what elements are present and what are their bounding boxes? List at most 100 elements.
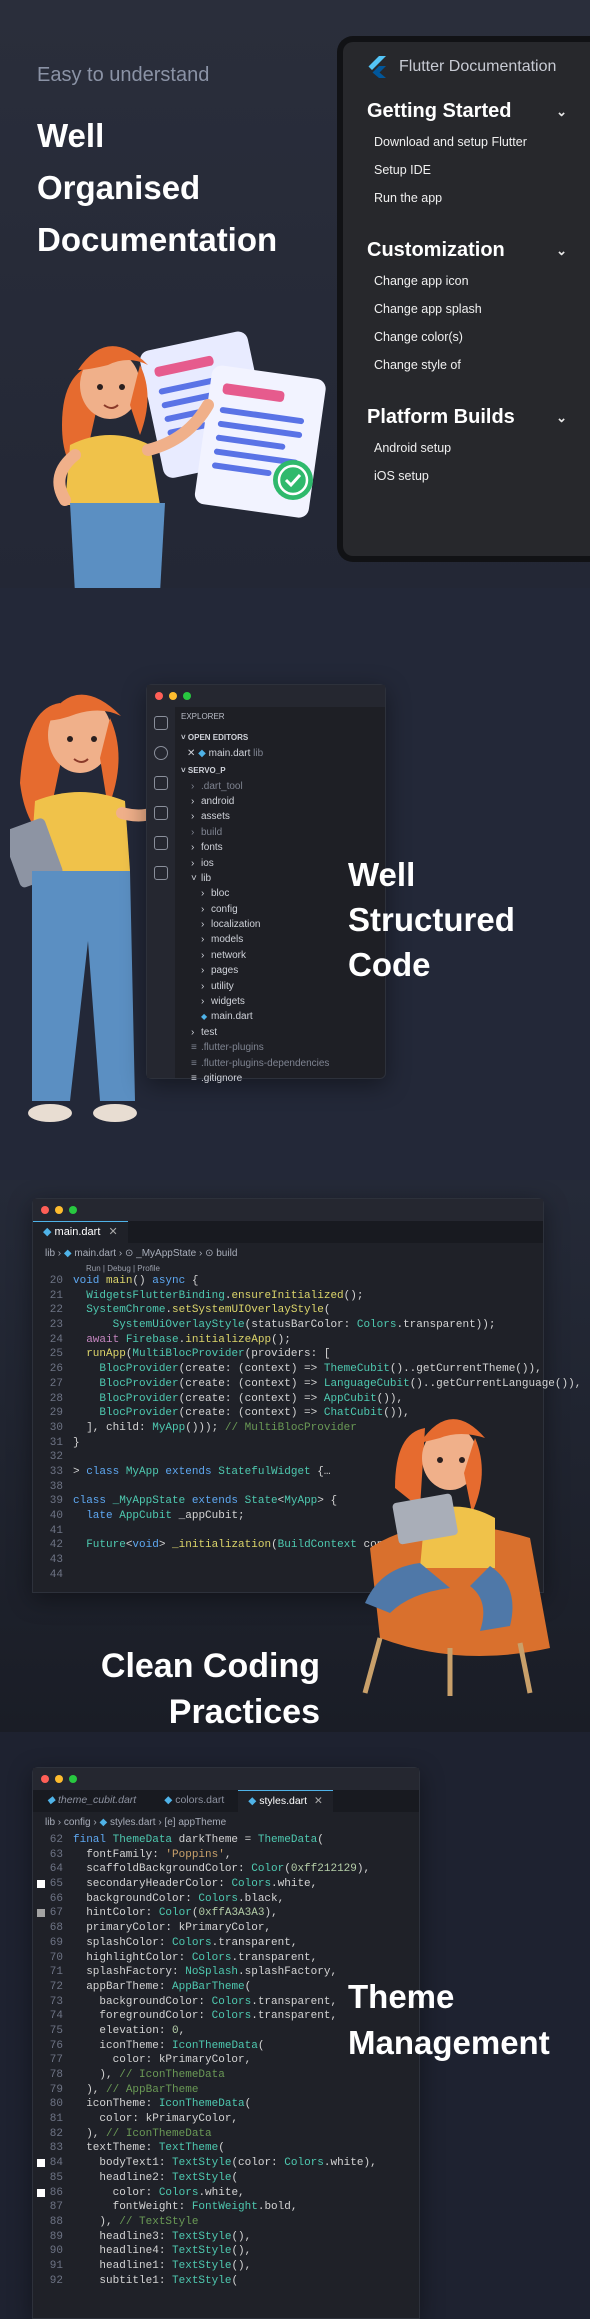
line-number: 87 bbox=[49, 2201, 63, 2214]
folder-chevron-icon: › bbox=[201, 980, 205, 992]
tree-item[interactable]: ≡ .flutter-plugins bbox=[181, 1040, 381, 1055]
breadcrumb-item[interactable]: main.dart bbox=[74, 1248, 116, 1259]
code-token: _MyAppState bbox=[112, 1495, 192, 1508]
code-token: ThemeData bbox=[257, 1834, 318, 1846]
breadcrumb-item[interactable]: _MyAppState bbox=[136, 1248, 196, 1259]
code-line: 23 SystemUiOverlayStyle (statusBarColor: … bbox=[33, 1318, 543, 1333]
docs-group-header[interactable]: Platform Builds ⌄ bbox=[367, 406, 567, 429]
close-tab-icon[interactable]: ✕ bbox=[108, 1226, 117, 1238]
docs-link[interactable]: Change color(s) bbox=[374, 330, 590, 344]
docs-link[interactable]: Change style of bbox=[374, 358, 590, 372]
chevron-down-icon: ⌄ bbox=[556, 409, 567, 425]
breadcrumb-item[interactable]: lib bbox=[45, 1817, 55, 1828]
minimize-dot[interactable] bbox=[55, 1775, 63, 1783]
documentation-headline: Well Organised Documentation bbox=[37, 110, 277, 266]
code-token: ())); bbox=[185, 1421, 225, 1434]
code-token: ( bbox=[244, 1980, 252, 1993]
close-dot[interactable] bbox=[41, 1206, 49, 1214]
breadcrumb-item[interactable]: styles.dart bbox=[110, 1817, 156, 1828]
minimize-dot[interactable] bbox=[169, 692, 177, 700]
code-token: .white, bbox=[198, 2186, 245, 2199]
code-token: MyApp bbox=[125, 1465, 166, 1478]
docs-link[interactable]: Change app icon bbox=[374, 274, 590, 288]
docs-link[interactable]: Setup IDE bbox=[374, 163, 590, 177]
docs-group: Platform Builds ⌄ Android setup iOS setup bbox=[367, 406, 590, 483]
files-icon[interactable] bbox=[154, 716, 168, 730]
maximize-dot[interactable] bbox=[183, 692, 191, 700]
testing-icon[interactable] bbox=[154, 836, 168, 850]
line-number: 39 bbox=[49, 1495, 63, 1508]
docs-link[interactable]: Change app splash bbox=[374, 302, 590, 316]
line-number: 26 bbox=[49, 1363, 63, 1376]
code-token: Colors bbox=[284, 2157, 324, 2170]
open-editors-header[interactable]: ˅ OPEN EDITORS bbox=[181, 730, 381, 745]
code-token: ), bbox=[73, 2069, 120, 2081]
docs-link[interactable]: Download and setup Flutter bbox=[374, 135, 590, 149]
headline-line: Code bbox=[348, 946, 431, 983]
project-header[interactable]: ˅ SERVO_P bbox=[181, 763, 381, 778]
tree-item[interactable]: ≡ .gitignore bbox=[181, 1071, 381, 1086]
code-token: await bbox=[86, 1333, 126, 1346]
tree-item[interactable]: ≡ .flutter-plugins-dependencies bbox=[181, 1056, 381, 1071]
open-file-name: main.dart bbox=[208, 747, 251, 759]
minimize-dot[interactable] bbox=[55, 1206, 63, 1214]
tree-item[interactable]: › widgets bbox=[181, 994, 381, 1009]
code-token: > { bbox=[317, 1495, 338, 1508]
tree-item[interactable]: › assets bbox=[181, 809, 381, 824]
tree-item[interactable]: › .dart_tool bbox=[181, 779, 381, 794]
docs-link[interactable]: iOS setup bbox=[374, 469, 590, 483]
close-dot[interactable] bbox=[155, 692, 163, 700]
tab-styles[interactable]: ◆ styles.dart ✕ bbox=[238, 1790, 333, 1812]
dart-icon: ◆ bbox=[43, 1226, 52, 1238]
code-token: fontWeight: bbox=[73, 2201, 192, 2214]
source-control-icon[interactable] bbox=[154, 776, 168, 790]
tree-item[interactable]: › android bbox=[181, 794, 381, 809]
code-token: // MultiBlocProvider bbox=[224, 1421, 357, 1434]
open-editor-item[interactable]: ✕ ◆ main.dart lib bbox=[181, 746, 381, 761]
clean-code-headline: Clean Coding Practices bbox=[94, 1643, 320, 1732]
code-token: iconTheme: bbox=[73, 2098, 159, 2111]
tab-label: colors.dart bbox=[175, 1794, 225, 1806]
maximize-dot[interactable] bbox=[69, 1206, 77, 1214]
close-dot[interactable] bbox=[41, 1775, 49, 1783]
code-token: , bbox=[224, 1848, 232, 1861]
theme-headline: Theme Management bbox=[348, 1974, 550, 2066]
color-swatch-icon bbox=[37, 2159, 45, 2168]
tab-theme-cubit[interactable]: ◆ theme_cubit.dart bbox=[33, 1790, 150, 1812]
code-token: Colors bbox=[198, 1892, 239, 1905]
extensions-icon[interactable] bbox=[154, 806, 168, 820]
breadcrumb-item[interactable]: appTheme bbox=[178, 1817, 226, 1828]
breadcrumb-item[interactable]: lib bbox=[45, 1248, 55, 1259]
code-line: 92 subtitle1: TextStyle( bbox=[33, 2274, 419, 2289]
search-icon[interactable] bbox=[154, 746, 168, 760]
docs-group-header[interactable]: Getting Started ⌄ bbox=[367, 100, 567, 123]
flutter-icon[interactable] bbox=[154, 866, 168, 880]
docs-group-title: Platform Builds bbox=[367, 406, 515, 428]
docs-group-header[interactable]: Customization ⌄ bbox=[367, 239, 567, 262]
docs-link[interactable]: Run the app bbox=[374, 191, 590, 205]
code-token: ( bbox=[244, 2098, 252, 2111]
code-token: iconTheme: bbox=[73, 2039, 173, 2052]
code-line: 86 color: Colors .white, bbox=[33, 2186, 419, 2201]
tree-item[interactable]: › build bbox=[181, 825, 381, 840]
line-number: 44 bbox=[49, 1568, 63, 1581]
code-token: final bbox=[73, 1834, 113, 1846]
tree-item[interactable]: ◆ main.dart bbox=[181, 1009, 381, 1024]
close-tab-icon[interactable]: ✕ bbox=[314, 1795, 323, 1807]
tab-colors[interactable]: ◆ colors.dart bbox=[150, 1790, 238, 1812]
tab-main-dart[interactable]: ◆ main.dart ✕ bbox=[33, 1221, 128, 1243]
code-token: Colors bbox=[191, 1951, 232, 1964]
breadcrumb-item[interactable]: config bbox=[64, 1817, 91, 1828]
code-token: hintColor: bbox=[73, 1907, 159, 1920]
line-number: 74 bbox=[49, 2010, 63, 2023]
codelens[interactable]: Run | Debug | Profile bbox=[33, 1264, 543, 1274]
maximize-dot[interactable] bbox=[69, 1775, 77, 1783]
breadcrumb-item[interactable]: build bbox=[216, 1248, 237, 1259]
code-token: _appCubit; bbox=[178, 1510, 245, 1522]
docs-link[interactable]: Android setup bbox=[374, 441, 590, 455]
headline-line: Management bbox=[348, 2024, 550, 2061]
code-token: bodyText1: bbox=[73, 2157, 173, 2170]
code-token: (providers: [ bbox=[244, 1348, 331, 1361]
code-token: BlocProvider bbox=[99, 1363, 179, 1376]
tree-item[interactable]: › test bbox=[181, 1025, 381, 1040]
